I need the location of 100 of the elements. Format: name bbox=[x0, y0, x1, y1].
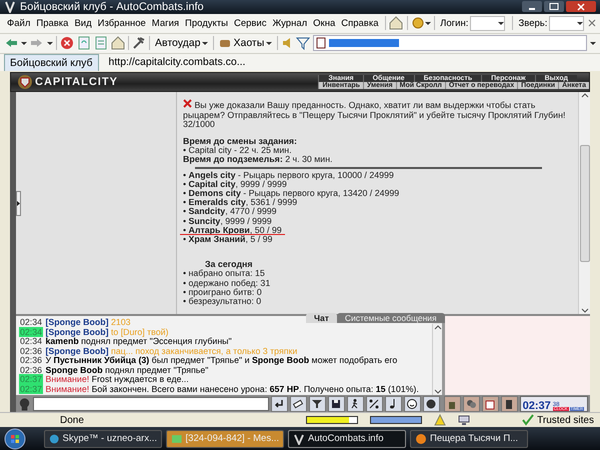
message-time: 02:37 bbox=[19, 384, 44, 394]
maximize-icon[interactable] bbox=[544, 1, 564, 12]
nickname-link[interactable]: [Sponge Boob] bbox=[45, 326, 108, 337]
menu-item[interactable]: Избранное bbox=[94, 16, 149, 30]
timer-line: Время до подземелья: 2 ч. 30 мин. bbox=[183, 155, 334, 165]
message-text: У Пустынник Убийца (3) был предмет "Тряпье" и Sponge Boob может подобрать его bbox=[45, 355, 398, 366]
dropdown-caret-icon[interactable] bbox=[498, 19, 504, 28]
chaos-dropdown[interactable]: Хаоты bbox=[217, 36, 274, 50]
scrollbar[interactable] bbox=[432, 324, 442, 396]
message-time: 02:34 bbox=[19, 326, 44, 337]
dropdown-caret-icon[interactable] bbox=[47, 39, 53, 48]
app-icon bbox=[49, 432, 60, 445]
taskbar-button[interactable]: Skype™ - uzneo-arx... bbox=[44, 430, 162, 448]
alert-label: Внимание! bbox=[45, 384, 90, 394]
city-line: • Angels city - Рыцарь первого круга, 10000 / 24999 bbox=[183, 170, 394, 180]
filter-icon[interactable] bbox=[296, 36, 310, 50]
scroll-down-icon[interactable] bbox=[580, 306, 588, 314]
site-logo-text: CAPITALCITY bbox=[35, 76, 118, 88]
city-line: • Sandcity, 4770 / 9999 bbox=[183, 207, 277, 217]
page-icon bbox=[316, 37, 326, 50]
city-line: • Emeralds city, 5361 / 9999 bbox=[183, 198, 298, 208]
cross-icon bbox=[183, 99, 192, 108]
kill-count-text: 32/1000 bbox=[183, 120, 215, 130]
coin-icon[interactable] bbox=[410, 15, 425, 32]
dropdown-caret-icon[interactable] bbox=[202, 39, 208, 48]
smiley-button[interactable] bbox=[404, 396, 421, 412]
taskbar-button[interactable]: Пещера Тысячи П... bbox=[410, 430, 528, 448]
browser-tab[interactable]: Бойцовский клуб bbox=[4, 54, 99, 71]
menu-item[interactable]: Окна bbox=[310, 16, 338, 30]
head-silhouette-icon bbox=[18, 396, 32, 411]
scrollbar[interactable] bbox=[578, 92, 590, 314]
network-icon bbox=[458, 414, 470, 426]
menu-item[interactable]: Справка bbox=[338, 16, 382, 30]
percent-icon bbox=[368, 398, 380, 410]
dropdown-caret-icon[interactable] bbox=[21, 39, 27, 48]
group-button[interactable] bbox=[462, 396, 480, 412]
scroll-down-icon[interactable] bbox=[434, 387, 442, 396]
chat-tab[interactable]: Системные сообщения bbox=[336, 313, 445, 324]
scroll-thumb[interactable] bbox=[580, 144, 590, 262]
hammer-icon[interactable] bbox=[132, 36, 146, 50]
city-line: • Demons city - Рыцарь первого круга, 13420 / 24999 bbox=[183, 189, 400, 198]
message-text: Sponge Boob поднял предмет "Тряпье" bbox=[45, 364, 208, 375]
filter-button[interactable] bbox=[308, 396, 326, 412]
autohit-dropdown[interactable]: Автоудар bbox=[153, 37, 210, 50]
nickname-link[interactable]: [Sponge Boob] bbox=[45, 317, 108, 328]
window-title: Бойцовский клуб - AutoCombats.info bbox=[20, 0, 205, 13]
chat-input-field[interactable] bbox=[33, 396, 269, 411]
menu-item[interactable]: Журнал bbox=[269, 16, 310, 30]
eraser-button[interactable] bbox=[290, 396, 307, 412]
stat-line: • одержано побед: 31 bbox=[183, 278, 272, 288]
address-field[interactable] bbox=[313, 35, 587, 52]
message-time: 02:36 bbox=[19, 364, 44, 375]
chat-tab[interactable]: Чат bbox=[306, 313, 337, 324]
menu-item[interactable]: Сервис bbox=[230, 16, 270, 30]
browser-tab[interactable]: http://capitalcity.combats.co... bbox=[102, 52, 252, 71]
taskbar-button[interactable]: AutoCombats.info bbox=[288, 430, 406, 448]
alert-label: Внимание! bbox=[45, 374, 90, 384]
message-time: 02:34 bbox=[19, 336, 44, 346]
app-icon bbox=[4, 0, 16, 14]
message-time: 02:36 bbox=[19, 346, 44, 356]
minimize-icon[interactable] bbox=[522, 1, 542, 12]
start-orb-icon[interactable] bbox=[4, 428, 26, 450]
stat-line: • проиграно битв: 0 bbox=[183, 288, 263, 298]
message-time: 02:36 bbox=[19, 355, 44, 366]
close-icon[interactable] bbox=[566, 1, 596, 12]
dropdown-caret-icon[interactable] bbox=[590, 39, 596, 48]
private-message: пац... поход заканчивается, а только 3 тряпки bbox=[110, 346, 298, 356]
group-icon bbox=[465, 398, 478, 410]
floppy-disk-button[interactable] bbox=[328, 396, 345, 412]
menu-item[interactable]: Файл bbox=[4, 16, 34, 30]
message-time: 02:34 bbox=[19, 317, 44, 328]
stop-icon[interactable] bbox=[60, 36, 74, 50]
walking-person-button[interactable] bbox=[346, 396, 364, 412]
menu-item[interactable]: Вид bbox=[71, 16, 95, 30]
menu-item[interactable]: Продукты bbox=[182, 16, 231, 30]
stat-line: • безрезультатно: 0 bbox=[183, 297, 262, 306]
city-line: • Храм Знаний, 5 / 99 bbox=[183, 235, 272, 244]
section-heading: За сегодня bbox=[205, 259, 252, 270]
dropdown-caret-icon[interactable] bbox=[266, 39, 272, 48]
filter-icon bbox=[311, 398, 324, 410]
enter-arrow-button[interactable] bbox=[271, 396, 288, 412]
collapse-handle-icon[interactable] bbox=[16, 190, 21, 216]
city-line: • Алтарь Крови, 50 / 99 bbox=[183, 226, 282, 236]
dropdown-caret-icon[interactable] bbox=[577, 19, 584, 28]
login-label: Логин: bbox=[440, 18, 468, 29]
message-time: 02:37 bbox=[19, 374, 44, 384]
message-text: Frost нуждается в еде... bbox=[92, 374, 189, 384]
timer-line: • Capital city - 22 ч. 25 мин. bbox=[183, 146, 292, 156]
nickname-link[interactable]: [Sponge Boob] bbox=[45, 346, 108, 356]
percent-button[interactable] bbox=[366, 396, 383, 412]
menu-item[interactable]: Магия bbox=[148, 16, 182, 30]
menu-item[interactable]: Правка bbox=[33, 16, 72, 30]
redaction-block bbox=[329, 39, 400, 48]
status-text: Done bbox=[60, 414, 85, 426]
app-icon bbox=[415, 432, 427, 445]
home-icon[interactable] bbox=[111, 36, 125, 50]
music-note-button[interactable] bbox=[384, 396, 402, 412]
smiley-icon bbox=[406, 398, 418, 410]
eraser-icon bbox=[292, 398, 304, 410]
enter-arrow-icon bbox=[273, 398, 286, 410]
